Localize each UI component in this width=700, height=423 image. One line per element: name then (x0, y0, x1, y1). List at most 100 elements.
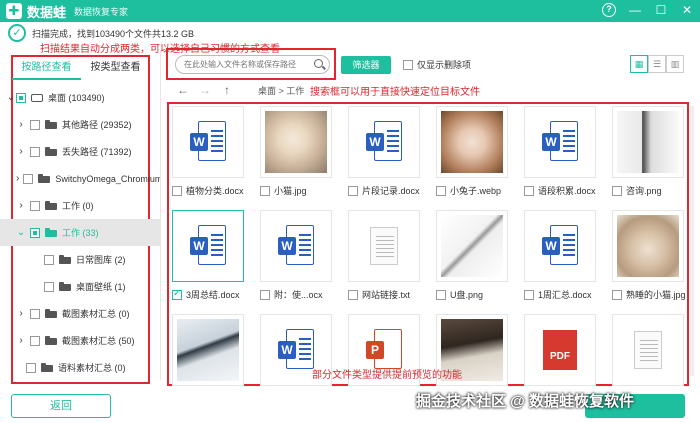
file-checkbox[interactable] (436, 185, 446, 196)
forward-arrow-icon[interactable]: → (194, 83, 216, 97)
file-item[interactable] (612, 314, 690, 386)
tab-by-path[interactable]: 按路径查看 (12, 58, 81, 80)
grid-view-icon[interactable]: ▦ (630, 55, 648, 73)
file-item[interactable]: PDF (524, 314, 602, 386)
maximize-icon[interactable]: ☐ (654, 3, 668, 17)
file-thumbnail[interactable] (612, 210, 684, 282)
file-thumbnail[interactable] (172, 314, 244, 386)
chevron-right-icon[interactable]: › (16, 335, 26, 346)
tree-checkbox[interactable] (30, 119, 40, 130)
scrollbar[interactable] (690, 106, 694, 376)
up-arrow-icon[interactable]: ↑ (216, 83, 238, 97)
file-item[interactable]: W 3周总结.docx (172, 210, 250, 301)
file-checkbox[interactable] (612, 185, 622, 196)
tree-item-label: 工作 (33) (62, 228, 99, 238)
deleted-only-toggle[interactable]: 仅显示删除项 (403, 58, 471, 71)
file-checkbox[interactable] (172, 288, 182, 300)
file-item[interactable] (172, 314, 250, 386)
chevron-down-icon[interactable]: ⌄ (6, 92, 16, 103)
tree-item-other-paths[interactable]: › 其他路径 (29352) (0, 111, 160, 138)
tree-checkbox[interactable] (26, 362, 36, 373)
chevron-right-icon[interactable]: › (16, 119, 26, 130)
file-item[interactable]: 小猫.jpg (260, 106, 338, 197)
help-icon[interactable]: ? (602, 3, 616, 17)
file-item[interactable]: 咨询.png (612, 106, 690, 197)
file-thumbnail[interactable]: W (524, 106, 596, 178)
file-thumbnail[interactable]: W (260, 210, 332, 282)
tree-checkbox[interactable] (30, 200, 40, 211)
tree-item-screenshots[interactable]: › 截图素材汇总 (50) (0, 327, 160, 354)
tree-item-screenshots-empty[interactable]: › 截图素材汇总 (0) (0, 300, 160, 327)
tree-checkbox[interactable] (16, 92, 26, 103)
file-thumbnail[interactable]: W (172, 210, 244, 282)
back-button[interactable]: 返回 (11, 394, 111, 418)
back-arrow-icon[interactable]: ← (172, 83, 194, 97)
file-item[interactable]: W 片段记录.docx (348, 106, 426, 197)
search-box[interactable] (175, 55, 330, 74)
file-checkbox[interactable] (524, 185, 534, 196)
file-thumbnail[interactable]: W (348, 106, 420, 178)
file-thumbnail[interactable] (348, 210, 420, 282)
tab-by-type[interactable]: 按类型查看 (81, 58, 150, 80)
file-checkbox[interactable] (348, 185, 358, 196)
tree-item-work-empty[interactable]: › 工作 (0) (0, 192, 160, 219)
app-logo: ✚ 数据蛙 数据恢复专家 (6, 2, 128, 21)
tree-checkbox[interactable] (30, 227, 40, 238)
search-icon[interactable] (314, 59, 323, 68)
breadcrumb[interactable]: 桌面 > 工作 (258, 84, 304, 97)
file-thumbnail[interactable] (612, 106, 684, 178)
tree-checkbox[interactable] (30, 335, 40, 346)
minimize-icon[interactable]: — (628, 3, 642, 17)
file-checkbox[interactable] (348, 289, 358, 300)
file-thumbnail[interactable]: W (172, 106, 244, 178)
file-checkbox[interactable] (172, 185, 182, 196)
file-caption: 片段记录.docx (348, 184, 426, 197)
file-thumbnail[interactable] (260, 106, 332, 178)
tree-item-switchyomega[interactable]: › SwitchyOmega_Chromium (0, 165, 160, 192)
file-name: 熟睡的小猫.jpg (626, 290, 686, 300)
tree-checkbox[interactable] (44, 281, 54, 292)
chevron-right-icon[interactable]: › (16, 173, 19, 184)
filter-button[interactable]: 筛选器 (341, 56, 391, 74)
file-item[interactable]: 小兔子.webp (436, 106, 514, 197)
file-checkbox[interactable] (260, 289, 270, 300)
list-view-icon[interactable]: ☰ (648, 55, 666, 73)
chevron-down-icon[interactable]: ⌄ (16, 227, 26, 238)
file-caption: 小兔子.webp (436, 184, 514, 197)
tree-item-wallpapers[interactable]: 桌面壁纸 (1) (0, 273, 160, 300)
tree-item-daily-gallery[interactable]: 日常图库 (2) (0, 246, 160, 273)
file-thumbnail[interactable] (612, 314, 684, 386)
file-checkbox[interactable] (612, 289, 622, 300)
file-item[interactable]: W 语段积累.docx (524, 106, 602, 197)
tree-item-desktop[interactable]: ⌄ 桌面 (103490) (0, 84, 160, 111)
file-thumbnail[interactable] (436, 210, 508, 282)
chevron-right-icon[interactable]: › (16, 308, 26, 319)
deleted-only-checkbox[interactable] (403, 59, 413, 70)
file-thumbnail[interactable]: W (524, 210, 596, 282)
chevron-right-icon[interactable]: › (16, 146, 26, 157)
search-input[interactable] (184, 60, 309, 69)
tree-checkbox[interactable] (44, 254, 54, 265)
tree-checkbox[interactable] (30, 146, 40, 157)
file-thumbnail[interactable] (436, 106, 508, 178)
file-item[interactable]: 网站链接.txt (348, 210, 426, 301)
file-checkbox[interactable] (260, 185, 270, 196)
file-item[interactable]: W 1周汇总.docx (524, 210, 602, 301)
close-icon[interactable]: ✕ (680, 3, 694, 17)
file-item[interactable]: W 植物分类.docx (172, 106, 250, 197)
file-thumbnail[interactable]: PDF (524, 314, 596, 386)
file-item[interactable]: 熟睡的小猫.jpg (612, 210, 690, 301)
file-item[interactable]: U盘.png (436, 210, 514, 301)
tree-checkbox[interactable] (23, 173, 34, 184)
tree-item-lost-paths[interactable]: › 丢失路径 (71392) (0, 138, 160, 165)
detail-view-icon[interactable]: ▥ (666, 55, 684, 73)
tree-checkbox[interactable] (30, 308, 40, 319)
tree-item-work-selected[interactable]: ⌄ 工作 (33) (0, 219, 160, 246)
chevron-right-icon[interactable]: › (16, 200, 26, 211)
tree-item-corpus[interactable]: 语料素材汇总 (0) (0, 354, 160, 381)
file-checkbox[interactable] (436, 289, 446, 300)
file-checkbox[interactable] (524, 289, 534, 300)
annotation-preview: 部分文件类型提供提前预览的功能 (312, 370, 462, 381)
folder-icon (41, 363, 53, 372)
file-item[interactable]: W 附：使...ocx (260, 210, 338, 301)
